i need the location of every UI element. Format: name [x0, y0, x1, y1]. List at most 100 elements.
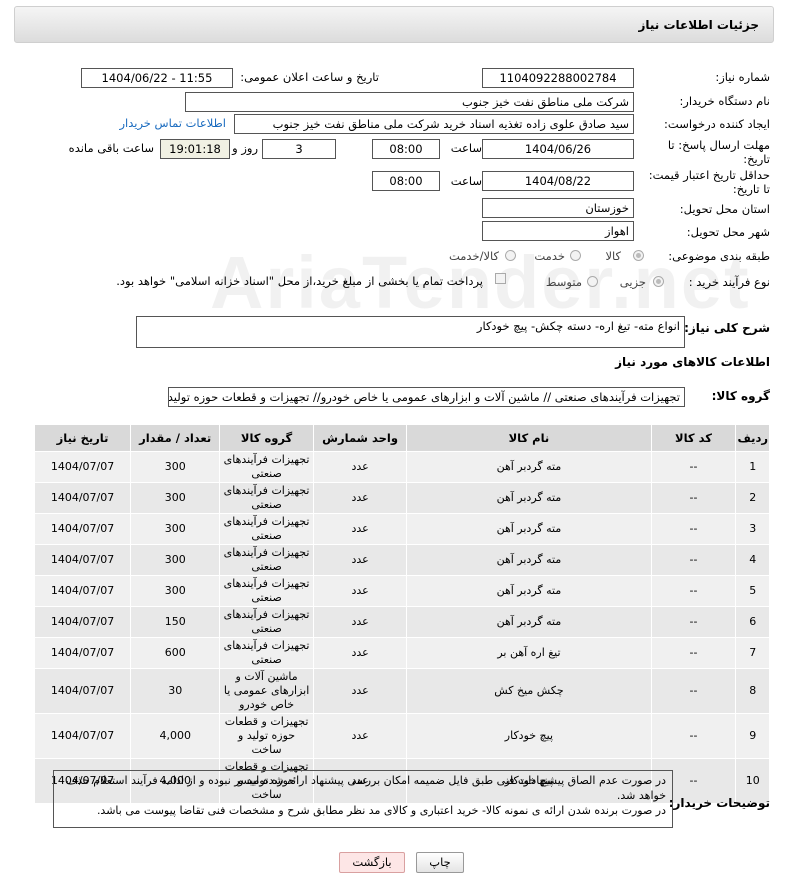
deadline-label: مهلت ارسال پاسخ: تا: [667, 138, 770, 152]
table-row: 8 -- چکش میخ کش عدد ماشین آلات و ابزارهای عم…: [33, 668, 770, 714]
process-minor-radio[interactable]: [653, 276, 664, 287]
category-service-label: خدمت: [534, 249, 565, 263]
category-label: طبقه بندی موضوعی:: [668, 249, 770, 263]
col-date-header: تاریخ نیاز: [33, 424, 132, 452]
cell-row: 2: [735, 482, 770, 514]
cell-row: 3: [735, 513, 770, 545]
cell-name: مته گردبر آهن: [406, 451, 652, 483]
back-button[interactable]: بازگشت: [339, 852, 405, 873]
treasury-payment-note: پرداخت تمام یا بخشی از مبلغ خرید،از محل …: [116, 274, 483, 288]
cell-row: 1: [735, 451, 770, 483]
notes-line-2: در صورت برنده شدن ارائه ی نمونه کالا- خر…: [96, 804, 666, 817]
goods-info-title: اطلاعات کالاهای مورد نیاز: [615, 355, 770, 369]
cell-group: تجهیزات فرآیندهای صنعتی: [219, 544, 314, 576]
cell-date: 1404/07/07: [33, 713, 132, 759]
cell-date: 1404/07/07: [33, 451, 132, 483]
price-validity-label: حداقل تاریخ اعتبار قیمت:: [648, 168, 770, 182]
cell-code: --: [650, 513, 737, 545]
cell-name: مته گردبر آهن: [406, 575, 652, 607]
cell-unit: عدد: [312, 668, 408, 714]
cell-unit: عدد: [312, 637, 408, 669]
category-service-radio[interactable]: [570, 250, 581, 261]
description-field[interactable]: انواع مته- تیغ اره- دسته چکش- پیچ خودکار: [136, 316, 685, 348]
cell-qty: 300: [130, 513, 221, 545]
cell-code: --: [650, 606, 737, 638]
deadline-date-field[interactable]: 1404/06/26: [482, 139, 634, 159]
table-row: 2 -- مته گردبر آهن عدد تجهیزات فرآیندهای صنع…: [33, 482, 770, 514]
city-field[interactable]: اهواز: [482, 221, 634, 241]
cell-qty: 300: [130, 482, 221, 514]
cell-date: 1404/07/07: [33, 637, 132, 669]
cell-unit: عدد: [312, 713, 408, 759]
buyer-field[interactable]: شرکت ملی مناطق نفت خیز جنوب: [185, 92, 634, 112]
cell-unit: عدد: [312, 544, 408, 576]
cell-date: 1404/07/07: [33, 606, 132, 638]
deadline-time-label: ساعت: [450, 141, 482, 155]
cell-name: مته گردبر آهن: [406, 513, 652, 545]
cell-group: تجهیزات فرآیندهای صنعتی: [219, 575, 314, 607]
category-both-label: کالا/خدمت: [448, 249, 499, 263]
category-goods-radio[interactable]: [633, 250, 644, 261]
cell-group: تجهیزات فرآیندهای صنعتی: [219, 606, 314, 638]
goods-group-label: گروه کالا:: [711, 389, 770, 403]
cell-unit: عدد: [312, 513, 408, 545]
notes-line-1: در صورت عدم الصاق پیشنهادات فنی طبق فایل…: [65, 774, 666, 802]
deadline-time-field[interactable]: 08:00: [372, 139, 440, 159]
cell-code: --: [650, 713, 737, 759]
cell-qty: 300: [130, 544, 221, 576]
cell-date: 1404/07/07: [33, 482, 132, 514]
col-group-header: گروه کالا: [219, 424, 314, 452]
process-medium-radio[interactable]: [587, 276, 598, 287]
process-label: نوع فرآیند خرید :: [688, 275, 770, 289]
cell-row: 5: [735, 575, 770, 607]
buyer-notes: در صورت عدم الصاق پیشنهادات فنی طبق فایل…: [53, 770, 673, 828]
price-date-field[interactable]: 1404/08/22: [482, 171, 634, 191]
category-goods-label: کالا: [605, 249, 621, 263]
category-both-radio[interactable]: [505, 250, 516, 261]
cell-qty: 4,000: [130, 713, 221, 759]
page-title: جزئیات اطلاعات نیاز: [638, 18, 759, 32]
cell-date: 1404/07/07: [33, 513, 132, 545]
contact-info-link[interactable]: اطلاعات تماس خریدار: [119, 116, 226, 130]
buyer-label: نام دستگاه خریدار:: [679, 94, 770, 108]
print-button[interactable]: چاپ: [416, 852, 464, 873]
cell-row: 9: [735, 713, 770, 759]
creator-label: ایجاد کننده درخواست:: [664, 117, 770, 131]
cell-group: تجهیزات فرآیندهای صنعتی: [219, 513, 314, 545]
cell-unit: عدد: [312, 606, 408, 638]
cell-group: تجهیزات و قطعات حوزه تولید و ساخت: [219, 713, 314, 759]
col-unit-header: واحد شمارش: [312, 424, 408, 452]
goods-group-field[interactable]: تجهیزات فرآیندهای صنعتی // ماشین آلات و …: [168, 387, 685, 407]
announce-field[interactable]: 1404/06/22 - 11:55: [81, 68, 233, 88]
announce-label: تاریخ و ساعت اعلان عمومی:: [240, 70, 379, 84]
cell-qty: 600: [130, 637, 221, 669]
cell-code: --: [650, 451, 737, 483]
cell-group: تجهیزات فرآیندهای صنعتی: [219, 451, 314, 483]
items-table: ردیف کد کالا نام کالا واحد شمارش گروه کا…: [33, 424, 770, 804]
creator-field[interactable]: سید صادق علوی زاده تغذیه اسناد خرید شرکت…: [234, 114, 634, 134]
cell-qty: 150: [130, 606, 221, 638]
header-panel: جزئیات اطلاعات نیاز: [14, 6, 774, 43]
cell-date: 1404/07/07: [33, 575, 132, 607]
cell-row: 8: [735, 668, 770, 714]
cell-date: 1404/07/07: [33, 544, 132, 576]
cell-row: 7: [735, 637, 770, 669]
price-validity-label-date: تا تاریخ:: [732, 182, 770, 196]
cell-group: ماشین آلات و ابزارهای عمومی یا خاص خودرو: [219, 668, 314, 714]
table-row: 4 -- مته گردبر آهن عدد تجهیزات فرآیندهای صنع…: [33, 544, 770, 576]
need-number-field[interactable]: 1104092288002784: [482, 68, 634, 88]
days-field[interactable]: 3: [262, 139, 336, 159]
col-code-header: کد کالا: [650, 424, 737, 452]
cell-unit: عدد: [312, 451, 408, 483]
cell-code: --: [650, 482, 737, 514]
cell-unit: عدد: [312, 482, 408, 514]
treasury-payment-checkbox[interactable]: [495, 273, 506, 284]
price-time-field[interactable]: 08:00: [372, 171, 440, 191]
table-row: 7 -- تیغ اره آهن بر عدد تجهیزات فرآیندهای صن…: [33, 637, 770, 669]
cell-code: --: [650, 637, 737, 669]
province-field[interactable]: خوزستان: [482, 198, 634, 218]
price-time-label: ساعت: [450, 174, 482, 188]
cell-name: مته گردبر آهن: [406, 606, 652, 638]
cell-group: تجهیزات فرآیندهای صنعتی: [219, 637, 314, 669]
cell-name: مته گردبر آهن: [406, 544, 652, 576]
